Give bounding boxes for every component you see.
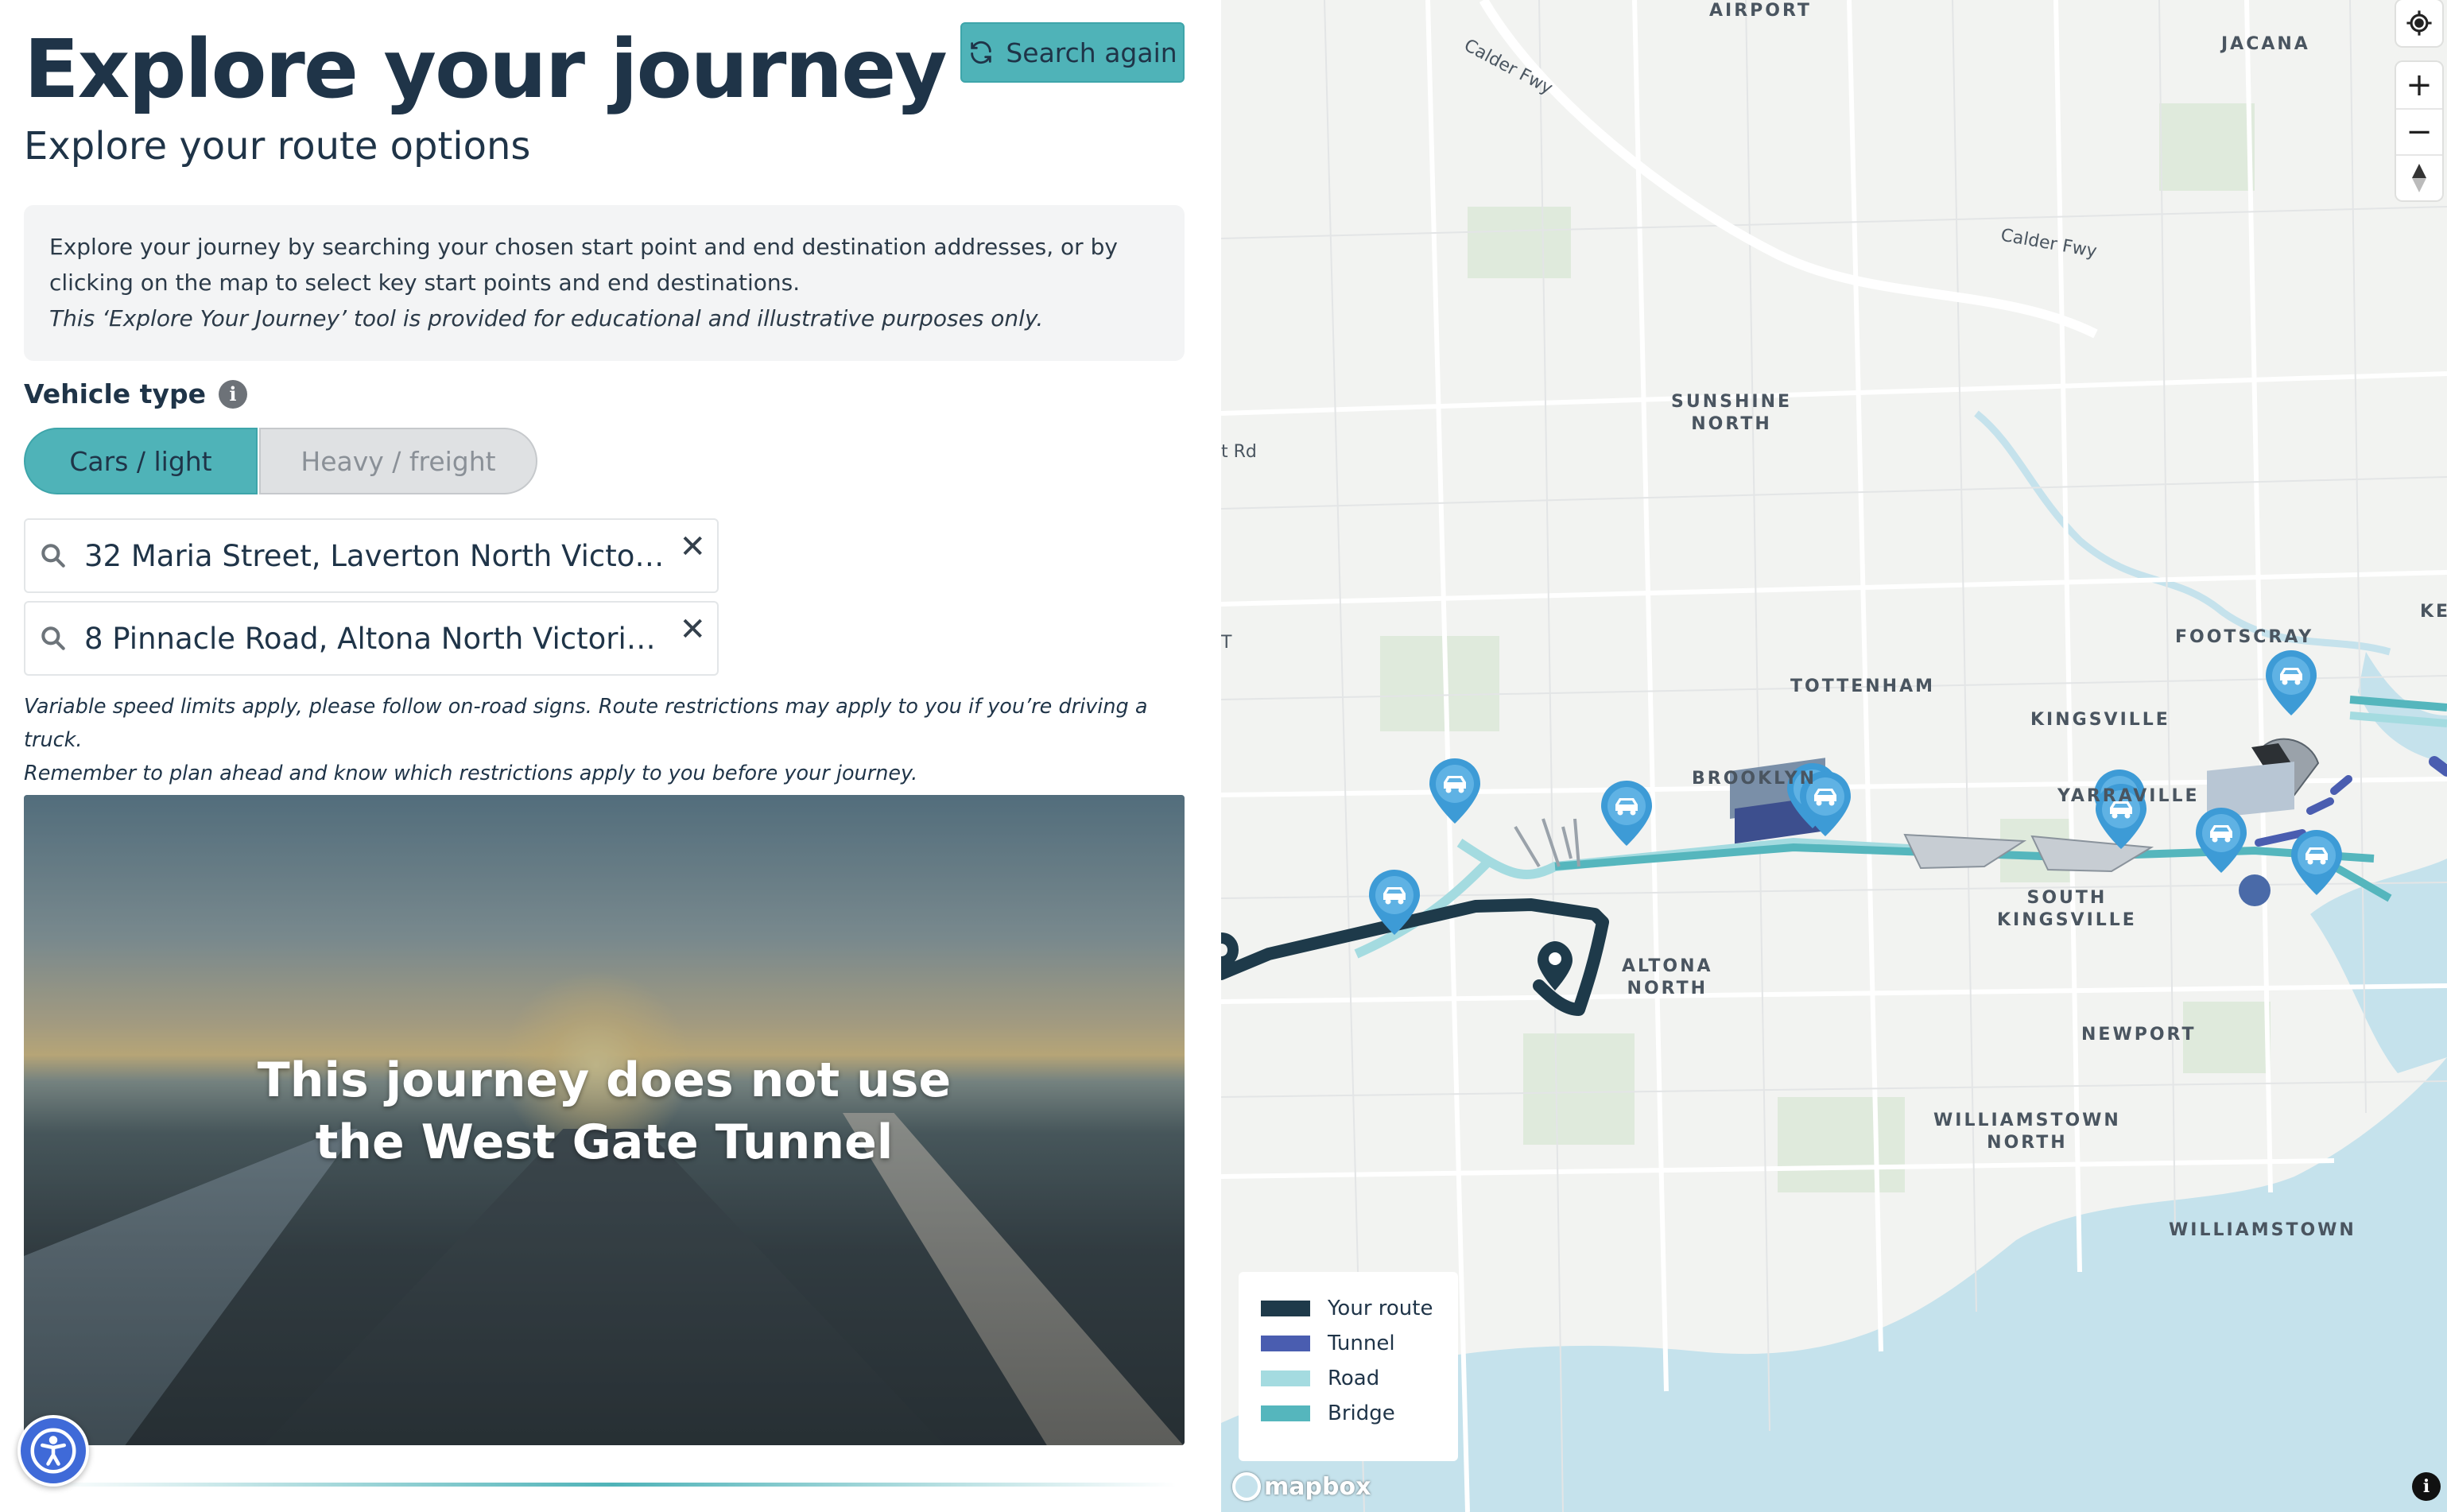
intro-box: Explore your journey by searching your c…	[24, 205, 1185, 361]
suburb-label: NEWPORT	[2081, 1025, 2197, 1045]
mapbox-logo-icon	[1232, 1472, 1261, 1501]
zoom-out-button[interactable]: −	[2396, 108, 2442, 154]
journey-result-image: This journey does not use the West Gate …	[24, 795, 1185, 1445]
suburb-label: SOUTH KINGSVILLE	[1997, 888, 2137, 930]
clear-end-button[interactable]: ✕	[679, 614, 706, 646]
legend-swatch	[1261, 1370, 1310, 1386]
search-again-button[interactable]: Search again	[960, 22, 1185, 83]
journey-panel: Explore your journey Explore your route …	[0, 0, 1221, 1512]
accessibility-button[interactable]	[17, 1415, 89, 1487]
route-disclaimer: Variable speed limits apply, please foll…	[24, 690, 1192, 790]
suburb-label: SUNSHINE NORTH	[1671, 392, 1793, 434]
car-pin-icon[interactable]	[1369, 870, 1420, 935]
car-pin-icon[interactable]	[1601, 781, 1652, 846]
journey-result-message: This journey does not use the West Gate …	[257, 1053, 952, 1170]
page-title: Explore your journey	[24, 22, 948, 117]
page-subtitle: Explore your route options	[24, 124, 531, 169]
attribution-info-button[interactable]: i	[2412, 1472, 2441, 1501]
locate-icon	[2406, 10, 2432, 36]
divider	[48, 1483, 1177, 1487]
legend-swatch	[1261, 1301, 1310, 1316]
vehicle-option-cars[interactable]: Cars / light	[24, 428, 258, 494]
search-again-label: Search again	[1006, 37, 1177, 68]
road-label: t Rd	[1221, 442, 1257, 462]
start-address-input[interactable]	[84, 538, 665, 573]
disclaimer-line-1: Variable speed limits apply, please foll…	[24, 695, 1148, 752]
suburb-label: WILLIAMSTOWN NORTH	[1933, 1111, 2121, 1153]
road-label: T	[1221, 633, 1232, 653]
car-pin-icon[interactable]	[2266, 650, 2317, 715]
locate-button[interactable]	[2396, 0, 2442, 46]
intro-note: This ‘Explore Your Journey’ tool is prov…	[49, 305, 1044, 331]
intro-text: Explore your journey by searching your c…	[49, 234, 1118, 296]
compass-icon	[2412, 164, 2426, 192]
legend-item: Bridge	[1261, 1396, 1436, 1431]
zoom-control: + −	[2396, 62, 2442, 200]
suburb-label: FOOTSCRAY	[2175, 627, 2314, 647]
search-icon	[41, 626, 65, 650]
info-icon[interactable]: i	[218, 379, 247, 409]
search-icon	[41, 544, 65, 568]
clear-start-button[interactable]: ✕	[679, 531, 706, 563]
vehicle-option-heavy[interactable]: Heavy / freight	[259, 428, 537, 494]
legend-item: Your route	[1261, 1291, 1436, 1326]
end-address-field: ✕	[24, 601, 719, 676]
suburb-label: AIRPORT	[1709, 1, 1812, 21]
suburb-label: WILLIAMSTOWN	[2169, 1220, 2356, 1240]
suburb-label: BROOKLYN	[1692, 769, 1817, 789]
accessibility-icon	[30, 1428, 76, 1474]
car-pin-icon[interactable]	[2291, 830, 2342, 895]
suburb-label: YARRAVILLE	[2057, 786, 2200, 806]
mapbox-logo[interactable]: mapbox	[1232, 1471, 1371, 1502]
legend-swatch	[1261, 1336, 1310, 1351]
disclaimer-line-2: Remember to plan ahead and know which re…	[24, 762, 918, 785]
compass-button[interactable]	[2396, 154, 2442, 200]
car-pin-icon[interactable]	[1429, 758, 1480, 824]
legend-item: Road	[1261, 1361, 1436, 1396]
suburb-label: KINGSVILLE	[2030, 710, 2170, 730]
vehicle-type-label: Vehicle type i	[24, 378, 247, 409]
start-address-field: ✕	[24, 518, 719, 593]
map-legend: Your route Tunnel Road Bridge	[1239, 1272, 1458, 1461]
route-map[interactable]: AIRPORT JACANA SUNSHINE NORTH FOOTSCRAY …	[1221, 0, 2447, 1512]
end-address-input[interactable]	[84, 621, 665, 656]
legend-swatch	[1261, 1405, 1310, 1421]
refresh-icon	[971, 41, 992, 64]
suburb-label: KE	[2420, 602, 2447, 622]
geolocate-control	[2396, 0, 2442, 46]
suburb-label: TOTTENHAM	[1790, 677, 1935, 696]
car-pin-icon[interactable]	[2196, 808, 2247, 873]
vehicle-type-text: Vehicle type	[24, 378, 206, 409]
legend-item: Tunnel	[1261, 1326, 1436, 1361]
zoom-in-button[interactable]: +	[2396, 62, 2442, 108]
suburb-label: JACANA	[2221, 34, 2310, 54]
suburb-label: ALTONA NORTH	[1622, 956, 1713, 998]
